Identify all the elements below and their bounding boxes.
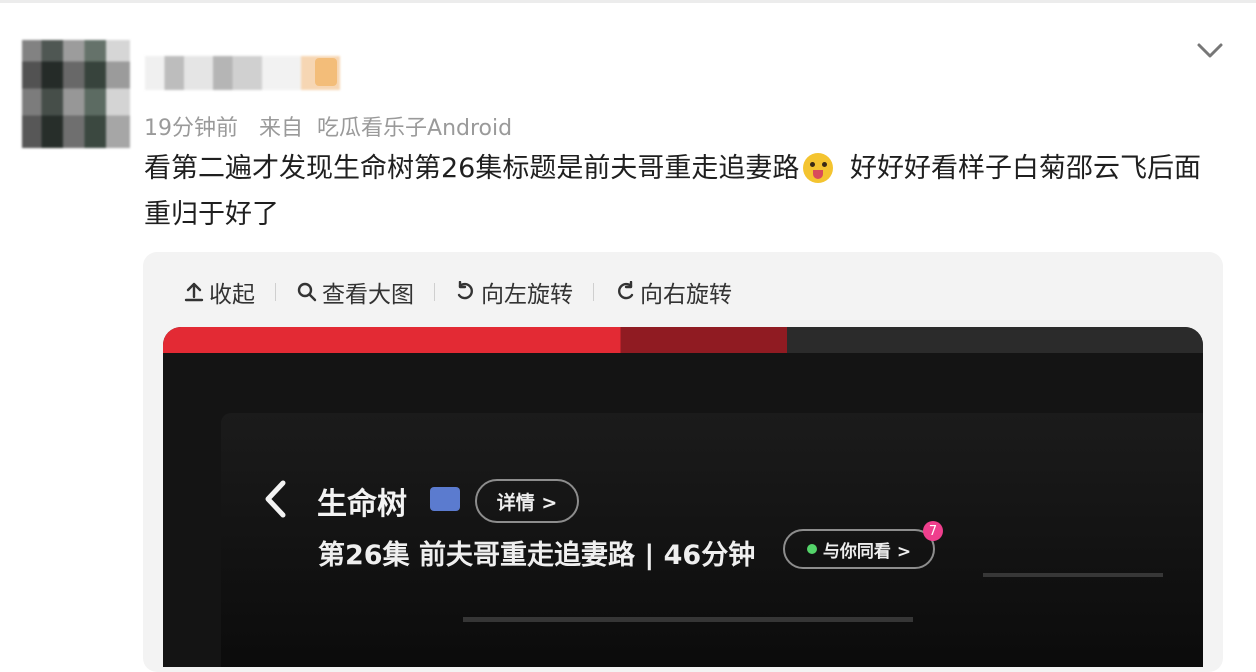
post-content: 看第二遍才发现生命树第26集标题是前夫哥重走追妻路 好好好看样子白菊邵云飞后面重… [144, 146, 1224, 238]
user-badge-icon [315, 58, 337, 86]
emoji-icon [803, 152, 834, 183]
source-prefix: 来自 [259, 116, 304, 141]
separator [593, 283, 594, 301]
detail-pill: 详情 > [475, 479, 579, 523]
collapse-label: 收起 [209, 282, 255, 308]
username-blurred[interactable] [145, 56, 340, 90]
search-icon [297, 282, 317, 302]
rotate-left-icon [457, 281, 473, 300]
episode-info: 第26集 前夫哥重走追妻路 | 46分钟 [318, 540, 756, 571]
rotate-right-icon [618, 281, 634, 300]
show-title: 生命树 [317, 487, 407, 522]
post-time: 19分钟前 [144, 116, 238, 141]
top-divider [0, 0, 1256, 3]
chevron-down-icon[interactable] [1196, 38, 1224, 62]
view-large-button[interactable]: 查看大图 [296, 275, 414, 309]
vip-badge-icon [430, 487, 460, 511]
watch-together-pill: 与你同看 > [783, 529, 935, 569]
watch-together-label: 与你同看 > [822, 541, 912, 562]
upload-arrow-icon [184, 282, 204, 302]
back-arrow-icon [265, 480, 286, 518]
separator [275, 283, 276, 301]
image-toolbar: 收起 查看大图 向左旋转 向右旋转 [183, 276, 732, 308]
post-meta: 19分钟前 来自 吃瓜看乐子Android [144, 110, 526, 142]
watch-count-badge: 7 [923, 521, 943, 541]
post-text-part-1: 看第二遍才发现生命树第26集标题是前夫哥重走追妻路 [144, 153, 800, 184]
avatar[interactable] [22, 40, 130, 148]
collapse-button[interactable]: 收起 [183, 275, 255, 309]
rotate-right-button[interactable]: 向右旋转 [614, 275, 732, 309]
rotate-left-label: 向左旋转 [481, 282, 573, 308]
screen-artifact [983, 573, 1163, 577]
view-large-label: 查看大图 [322, 282, 414, 308]
online-dot-icon [806, 544, 817, 554]
post-image[interactable]: 生命树 详情 > 第26集 前夫哥重走追妻路 | 46分钟 与你同看 > 7 [163, 327, 1203, 667]
rotate-right-label: 向右旋转 [640, 282, 732, 308]
screen-artifact [463, 617, 913, 622]
post-source[interactable]: 吃瓜看乐子Android [317, 116, 512, 141]
rotate-left-button[interactable]: 向左旋转 [455, 275, 573, 309]
device-frame [163, 327, 1203, 353]
separator [434, 283, 435, 301]
